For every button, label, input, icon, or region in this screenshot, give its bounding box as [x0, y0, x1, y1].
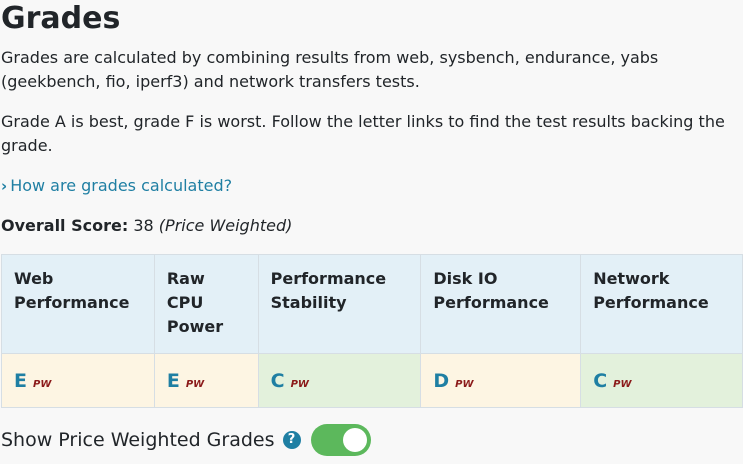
grade-letter-disk[interactable]: D	[433, 370, 449, 392]
price-weighted-toggle-row: Show Price Weighted Grades ?	[1, 422, 371, 458]
page-title: Grades	[1, 1, 121, 36]
grades-table: Web Performance Raw CPU Power Performanc…	[1, 254, 743, 408]
how-grades-link[interactable]: › How are grades calculated?	[1, 174, 232, 198]
how-grades-label: How are grades calculated?	[10, 176, 233, 195]
grade-letter-network[interactable]: C	[593, 370, 607, 392]
overall-score: Overall Score: 38 (Price Weighted)	[1, 214, 292, 238]
toggle-label: Show Price Weighted Grades	[1, 429, 275, 451]
overall-score-value: 38	[133, 216, 154, 235]
question-circle-icon[interactable]: ?	[282, 431, 301, 449]
header-network-performance: Network Performance	[580, 254, 743, 354]
grade-cell-disk: D PW	[420, 353, 582, 408]
header-web-performance: Web Performance	[1, 254, 155, 354]
grade-letter-stability[interactable]: C	[271, 370, 285, 392]
overall-score-suffix: (Price Weighted)	[158, 216, 293, 235]
header-raw-cpu-power: Raw CPU Power	[153, 254, 259, 354]
price-weighted-tag: PW	[290, 378, 309, 390]
grade-cell-stability: C PW	[257, 353, 422, 408]
price-weighted-tag: PW	[32, 378, 52, 390]
chevron-right-icon: ›	[1, 177, 8, 195]
grade-cell-cpu: E PW	[153, 353, 259, 408]
header-disk-io-performance: Disk IO Performance	[420, 254, 582, 354]
grade-cell-web: E PW	[1, 353, 155, 408]
price-weighted-tag: PW	[185, 378, 205, 390]
price-weighted-tag: PW	[455, 378, 474, 390]
price-weighted-toggle[interactable]	[310, 424, 371, 456]
price-weighted-tag: PW	[613, 378, 632, 390]
grade-letter-web[interactable]: E	[14, 370, 27, 392]
grade-cell-network: C PW	[580, 353, 743, 408]
header-performance-stability: Performance Stability	[257, 254, 422, 354]
intro-text: Grades are calculated by combining resul…	[1, 48, 659, 91]
grades-row: E PW E PW C PW D PW C PW	[1, 353, 743, 408]
grade-letter-cpu[interactable]: E	[167, 370, 180, 392]
grade-note: Grade A is best, grade F is worst. Follo…	[1, 112, 725, 155]
grades-header-row: Web Performance Raw CPU Power Performanc…	[1, 254, 743, 354]
toggle-knob	[342, 428, 367, 452]
overall-score-label: Overall Score:	[1, 216, 129, 235]
